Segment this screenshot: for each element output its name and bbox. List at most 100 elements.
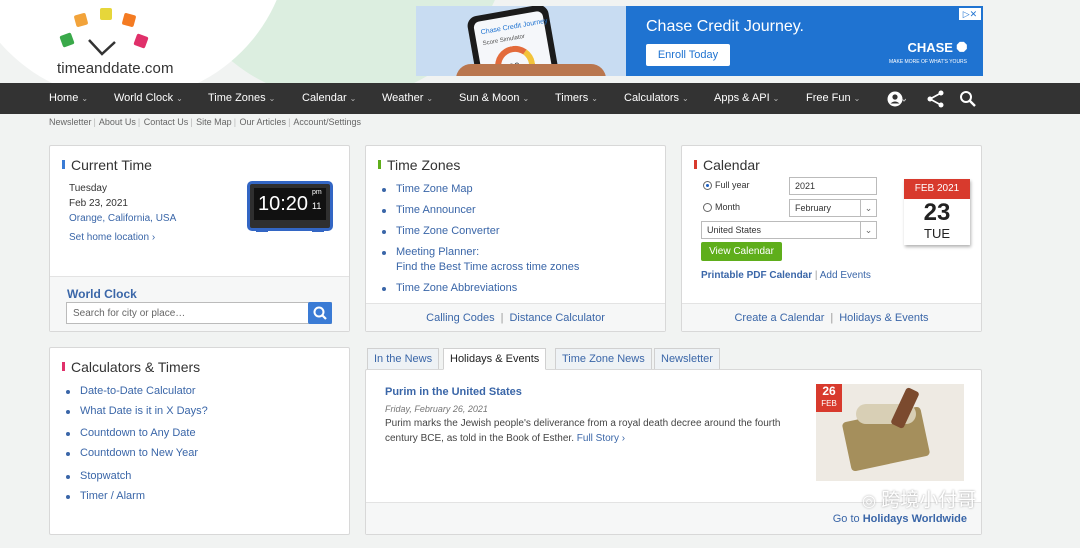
- subnav-newsletter[interactable]: Newsletter: [49, 117, 92, 127]
- nav-item-apps-api[interactable]: Apps & API ⌄: [714, 92, 779, 104]
- country-select[interactable]: United States ⌄: [701, 221, 877, 239]
- month-select-value: February: [795, 203, 832, 213]
- nav-item-world-clock[interactable]: World Clock ⌄: [114, 92, 183, 104]
- logo-wordmark: timeanddate.com: [57, 60, 174, 77]
- subnav-site-map[interactable]: Site Map: [196, 117, 232, 127]
- site-header: timeanddate.com Chase Credit Journey Sco…: [0, 0, 1080, 83]
- article-title-link[interactable]: Purim in the United States: [385, 386, 522, 398]
- search-icon[interactable]: [958, 89, 978, 109]
- nav-item-calendar[interactable]: Calendar ⌄: [302, 92, 356, 104]
- full-story-link[interactable]: Full Story ›: [577, 433, 625, 444]
- link-date-to-date[interactable]: Date-to-Date Calculator: [64, 385, 208, 397]
- chevron-down-icon: ⌄: [772, 94, 780, 103]
- holidays-events-link[interactable]: Holidays & Events: [839, 312, 928, 324]
- badge-month: FEB: [821, 399, 837, 408]
- article-date-badge: 26 FEB: [816, 384, 842, 412]
- go-to-label[interactable]: Go to: [833, 513, 860, 525]
- time-zones-title: Time Zones: [387, 157, 461, 173]
- nav-item-timers[interactable]: Timers ⌄: [555, 92, 598, 104]
- tab-newsletter[interactable]: Newsletter: [654, 348, 720, 370]
- article-body-text: century BCE, as told in the Book of Esth…: [385, 433, 574, 444]
- heading-marker: [62, 160, 65, 169]
- tab-holidays-events[interactable]: Holidays & Events: [443, 348, 547, 370]
- subnav-account-settings[interactable]: Account/Settings: [293, 117, 361, 127]
- nav-item-time-zones[interactable]: Time Zones ⌄: [208, 92, 275, 104]
- holidays-worldwide-link[interactable]: Holidays Worldwide: [863, 513, 967, 525]
- link-time-zone-map[interactable]: Time Zone Map: [380, 183, 579, 195]
- nav-label: Calculators: [624, 92, 680, 104]
- link-countdown-any-date[interactable]: Countdown to Any Date: [64, 427, 208, 439]
- set-home-location-link[interactable]: Set home location ›: [69, 232, 155, 243]
- link-calling-codes[interactable]: Calling Codes: [426, 312, 494, 324]
- link-timer-alarm[interactable]: Timer / Alarm: [64, 490, 208, 502]
- link-stopwatch[interactable]: Stopwatch: [64, 470, 208, 482]
- subnav-contact-us[interactable]: Contact Us: [144, 117, 189, 127]
- time-zones-footer: Calling Codes | Distance Calculator: [366, 303, 665, 331]
- advertisement-banner[interactable]: Chase Credit Journey Score Simulator 720…: [416, 6, 983, 76]
- subnav-about-us[interactable]: About Us: [99, 117, 136, 127]
- tab-time-zone-news[interactable]: Time Zone News: [555, 348, 652, 370]
- ad-brand: CHASE ⯃: [907, 40, 967, 56]
- nav-item-calculators[interactable]: Calculators ⌄: [624, 92, 689, 104]
- full-year-radio[interactable]: [703, 181, 712, 190]
- chevron-down-icon: ⌄: [853, 94, 861, 103]
- nav-label: Weather: [382, 92, 424, 104]
- link-time-zone-abbreviations[interactable]: Time Zone Abbreviations: [380, 282, 579, 294]
- nav-item-sun-moon[interactable]: Sun & Moon ⌄: [459, 92, 529, 104]
- month-select[interactable]: February ⌄: [789, 199, 877, 217]
- calendar-icon-month: FEB: [914, 183, 935, 194]
- link-time-announcer[interactable]: Time Announcer: [380, 204, 579, 216]
- logo-clock-hands-icon: [88, 39, 116, 56]
- ad-headline: Chase Credit Journey.: [646, 18, 804, 35]
- view-calendar-button[interactable]: View Calendar: [701, 242, 782, 261]
- meeting-planner-subtitle: Find the Best Time across time zones: [396, 261, 580, 273]
- printable-pdf-calendar-link[interactable]: Printable PDF Calendar: [701, 270, 812, 281]
- tab-in-the-news[interactable]: In the News: [367, 348, 440, 370]
- current-day: Tuesday: [69, 183, 107, 194]
- holidays-worldwide-link-wrap: Go to Holidays Worldwide: [833, 513, 967, 525]
- subnav-divider: |: [190, 117, 193, 127]
- ad-choices-icon[interactable]: ▷✕: [959, 8, 981, 20]
- calendar-heading: Calendar: [694, 157, 760, 173]
- link-distance-calculator[interactable]: Distance Calculator: [509, 312, 604, 324]
- search-placeholder: Search for city or place…: [73, 308, 186, 319]
- calculators-list: Date-to-Date Calculator What Date is it …: [64, 385, 208, 502]
- nav-label: Sun & Moon: [459, 92, 520, 104]
- current-location-link[interactable]: Orange, California, USA: [69, 213, 176, 224]
- user-icon[interactable]: [886, 89, 906, 109]
- chevron-down-icon: ⌄: [682, 94, 689, 103]
- ad-enroll-button[interactable]: Enroll Today: [646, 44, 730, 66]
- link-divider: |: [814, 270, 818, 281]
- article-body-line2: century BCE, as told in the Book of Esth…: [385, 433, 625, 444]
- logo-square-green: [59, 32, 75, 48]
- subnav-our-articles[interactable]: Our Articles: [240, 117, 287, 127]
- city-search-button[interactable]: [308, 302, 332, 324]
- time-zones-heading: Time Zones: [378, 157, 460, 173]
- chevron-down-icon: ⌄: [522, 94, 530, 103]
- share-icon[interactable]: [926, 89, 946, 109]
- month-radio[interactable]: [703, 203, 712, 212]
- site-logo[interactable]: timeanddate.com: [55, 8, 195, 78]
- add-events-link[interactable]: Add Events: [820, 270, 871, 281]
- link-time-zone-converter[interactable]: Time Zone Converter: [380, 225, 579, 237]
- create-calendar-link[interactable]: Create a Calendar: [734, 312, 824, 324]
- link-meeting-planner[interactable]: Meeting Planner:: [380, 246, 579, 258]
- calendar-footer: Create a Calendar | Holidays & Events: [682, 303, 981, 331]
- link-countdown-new-year[interactable]: Countdown to New Year: [64, 447, 208, 459]
- chevron-down-icon: ⌄: [349, 94, 357, 103]
- nav-item-weather[interactable]: Weather ⌄: [382, 92, 433, 104]
- logo-square-orange: [73, 12, 89, 28]
- calendar-icon-year: 2021: [936, 183, 960, 194]
- nav-label: World Clock: [114, 92, 174, 104]
- set-home-label: Set home location: [69, 232, 150, 243]
- calendar-date-icon: FEB 2021 23 TUE: [904, 179, 970, 245]
- nav-item-free-fun[interactable]: Free Fun ⌄: [806, 92, 860, 104]
- nav-item-home[interactable]: Home ⌄: [49, 92, 88, 104]
- year-input[interactable]: 2021: [789, 177, 877, 195]
- subnav-divider: |: [233, 117, 237, 127]
- nav-label: Calendar: [302, 92, 347, 104]
- city-search-input[interactable]: Search for city or place…: [66, 302, 332, 324]
- link-date-in-x-days[interactable]: What Date is it in X Days?: [64, 405, 208, 417]
- time-zones-card: Time Zones Time Zone Map Time Announcer …: [365, 145, 666, 332]
- link-meeting-planner-sub[interactable]: Find the Best Time across time zones: [380, 258, 579, 273]
